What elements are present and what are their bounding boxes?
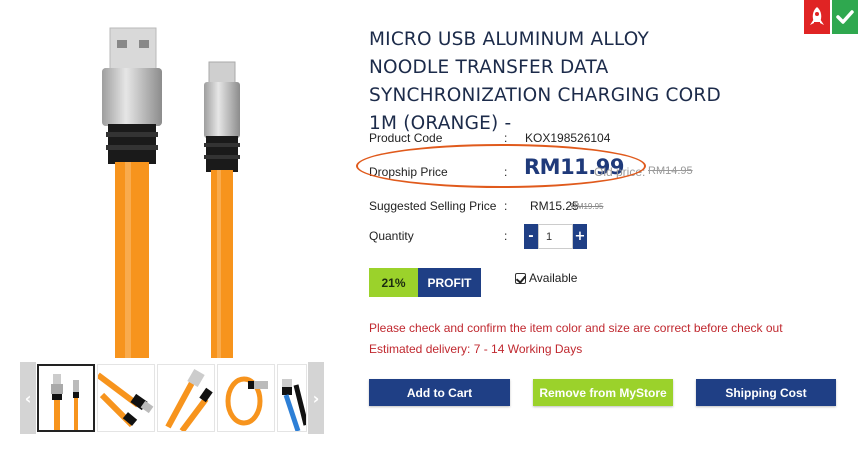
availability-status: Available xyxy=(515,271,577,285)
suggested-price-old: RM19.95 xyxy=(571,202,604,211)
product-code-value: KOX198526104 xyxy=(525,131,611,145)
thumbnail-strip: ‹ › xyxy=(20,362,324,434)
thumbnail-image xyxy=(165,368,213,431)
availability-text: Available xyxy=(529,271,578,285)
remove-from-mystore-button[interactable]: Remove from MyStore xyxy=(533,379,673,406)
delivery-estimate: Estimated delivery: 7 - 14 Working Days xyxy=(369,342,583,356)
check-badge[interactable] xyxy=(832,0,858,34)
thumbnail-prev-arrow[interactable]: ‹ xyxy=(20,362,36,434)
add-to-cart-button[interactable]: Add to Cart xyxy=(369,379,510,406)
dropship-price-colon: : xyxy=(504,165,508,179)
thumbnail-5[interactable] xyxy=(277,364,307,432)
thumbnail-image xyxy=(282,379,306,431)
thumbnail-image xyxy=(98,372,154,428)
checkbox-checked-icon xyxy=(515,272,526,284)
shipping-cost-button[interactable]: Shipping Cost xyxy=(696,379,836,406)
old-price-label: Old price: xyxy=(594,165,646,179)
thumbnail-1[interactable] xyxy=(37,364,95,432)
quantity-input[interactable] xyxy=(538,224,573,249)
rocket-icon xyxy=(810,7,824,25)
thumbnail-image xyxy=(225,376,268,426)
profit-label-badge: PROFIT xyxy=(418,268,481,297)
suggested-price-colon: : xyxy=(504,199,508,213)
suggested-price-label: Suggested Selling Price xyxy=(369,199,497,213)
thumbnail-3[interactable] xyxy=(157,364,215,432)
quantity-label: Quantity xyxy=(369,229,414,243)
rocket-badge[interactable] xyxy=(804,0,830,34)
thumbnail-image xyxy=(51,374,79,430)
old-price-value: RM14.95 xyxy=(648,165,693,177)
dropship-price-label: Dropship Price xyxy=(369,165,448,179)
cable-illustration xyxy=(102,27,240,358)
thumbnail-4[interactable] xyxy=(217,364,275,432)
product-main-image xyxy=(22,0,320,358)
quantity-decrease-button[interactable]: - xyxy=(524,224,538,249)
color-size-warning: Please check and confirm the item color … xyxy=(369,321,783,335)
product-code-colon: : xyxy=(504,131,508,145)
thumbnail-next-arrow[interactable]: › xyxy=(308,362,324,434)
thumbnail-2[interactable] xyxy=(97,364,155,432)
product-code-label: Product Code xyxy=(369,131,443,145)
checkmark-icon xyxy=(836,10,854,24)
quantity-increase-button[interactable]: + xyxy=(573,224,587,249)
profit-percent-badge: 21% xyxy=(369,268,418,297)
product-title: MICRO USB ALUMINUM ALLOY NOODLE TRANSFER… xyxy=(369,29,721,134)
quantity-colon: : xyxy=(504,229,508,243)
